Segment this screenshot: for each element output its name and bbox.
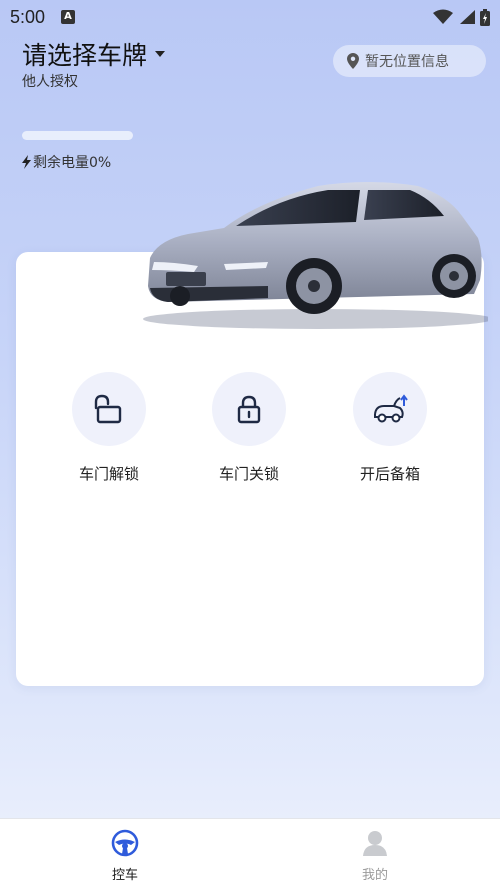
door-unlock-label: 车门解锁 [78, 465, 139, 483]
door-lock-label: 车门关锁 [218, 465, 279, 483]
steering-wheel-icon [111, 829, 139, 857]
profile-icon [363, 831, 387, 856]
tab-mine[interactable]: 我的 [250, 819, 500, 888]
trunk-open-circle [353, 372, 427, 446]
unlock-icon [94, 394, 122, 424]
location-pill[interactable]: 暂无位置信息 [333, 45, 486, 77]
notification-a-icon: A [61, 10, 76, 24]
plate-title: 请选择车牌 [22, 41, 148, 70]
caret-down-icon [155, 51, 166, 57]
signal-icon [460, 10, 475, 24]
door-lock-circle [212, 372, 286, 446]
trunk-open-icon [374, 394, 408, 423]
status-icons [432, 8, 490, 26]
status-bar: 5:00 A [0, 0, 500, 34]
plate-selector[interactable]: 请选择车牌 [22, 36, 166, 72]
lock-icon [237, 395, 261, 424]
location-pin-icon [347, 53, 359, 69]
trunk-open-label: 开后备箱 [359, 465, 420, 483]
status-time: 5:00 [10, 6, 46, 27]
tab-mine-label: 我的 [361, 868, 388, 883]
door-unlock-circle [72, 372, 146, 446]
trunk-open-button[interactable]: 开后备箱 [340, 372, 440, 484]
lightning-icon [22, 155, 31, 169]
battery-remaining-text: 剩余电量0% [33, 155, 112, 171]
location-text: 暂无位置信息 [365, 54, 449, 70]
door-unlock-button[interactable]: 车门解锁 [59, 372, 159, 484]
tab-control-label: 控车 [111, 868, 138, 883]
wifi-icon [433, 9, 453, 24]
bottom-navigation: 控车 我的 [0, 818, 500, 888]
car-image [143, 182, 488, 329]
authorization-label: 他人授权 [22, 74, 78, 90]
battery-level-bar [22, 131, 133, 140]
tab-control[interactable]: 控车 [0, 819, 250, 888]
battery-status-icon [480, 8, 490, 26]
door-lock-button[interactable]: 车门关锁 [199, 372, 299, 484]
battery-info: 剩余电量0% [22, 152, 111, 172]
